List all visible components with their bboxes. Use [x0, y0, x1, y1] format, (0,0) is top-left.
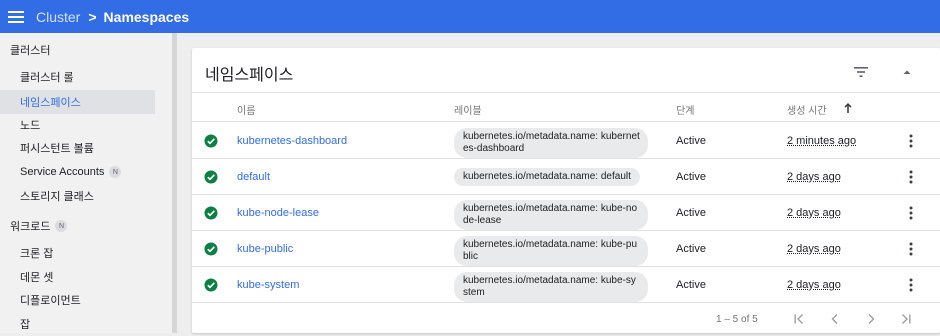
more-vert-icon[interactable]	[907, 170, 915, 184]
breadcrumb-cluster[interactable]: Cluster	[36, 9, 80, 25]
sidebar-item-label: 데몬 셋	[20, 272, 54, 284]
sidebar-item-persistent-volumes[interactable]: 퍼시스턴트 볼륨	[0, 136, 155, 160]
sidebar-item-daemon-sets[interactable]: 데몬 셋	[0, 265, 155, 289]
sidebar-item-label: 스토리지 클래스	[20, 191, 94, 203]
sidebar-section-label: 워크로드	[10, 221, 51, 233]
created-time: 2 days ago	[787, 243, 841, 255]
last-page-icon[interactable]	[899, 312, 913, 326]
sidebar-item-nodes[interactable]: 노드	[0, 113, 155, 137]
sidebar-item-label: 잡	[20, 319, 31, 331]
namespace-link[interactable]: kubernetes-dashboard	[237, 135, 347, 147]
sidebar-section-workloads[interactable]: 워크로드 N	[10, 218, 68, 234]
namespace-link[interactable]: default	[237, 171, 270, 183]
sidebar-section-cluster[interactable]: 클러스터	[10, 42, 50, 58]
namespace-link[interactable]: kube-system	[237, 279, 299, 291]
sidebar-item-cron-jobs[interactable]: 크론 잡	[0, 241, 155, 265]
more-vert-icon[interactable]	[907, 206, 915, 220]
sidebar-item-label: 퍼시스턴트 볼륨	[20, 143, 94, 155]
namespaces-card: 네임스페이스 이름 레이블 단계 생성 시간 kubernetes-dashbo…	[192, 48, 940, 333]
table-row: default kubernetes.io/metadata.name: def…	[192, 159, 940, 195]
sidebar-item-service-accounts[interactable]: Service Accounts N	[0, 160, 155, 184]
chevron-right-icon[interactable]	[864, 312, 878, 326]
sidebar-item-namespaces[interactable]: 네임스페이스	[0, 90, 155, 114]
column-header-labels: 레이블	[454, 106, 482, 117]
first-page-icon[interactable]	[792, 312, 806, 326]
more-vert-icon[interactable]	[907, 242, 915, 256]
label-chip: kubernetes.io/metadata.name: kube-public	[454, 236, 648, 266]
sidebar-item-label: Service Accounts	[20, 166, 105, 178]
card-title: 네임스페이스	[205, 67, 294, 84]
more-vert-icon[interactable]	[907, 278, 915, 292]
phase-value: Active	[676, 135, 706, 147]
column-header-created[interactable]: 생성 시간	[787, 102, 827, 117]
hamburger-menu-icon[interactable]	[0, 0, 32, 33]
table-row: kube-system kubernetes.io/metadata.name:…	[192, 267, 940, 303]
chevron-left-icon[interactable]	[828, 312, 842, 326]
phase-value: Active	[676, 279, 706, 291]
phase-value: Active	[676, 207, 706, 219]
breadcrumb-separator-icon: >	[88, 8, 97, 25]
sidebar-item-label: 디플로이먼트	[20, 295, 81, 307]
table-header: 이름 레이블 단계 생성 시간	[192, 92, 940, 122]
arrow-upward-icon[interactable]	[843, 101, 853, 113]
created-time: 2 minutes ago	[787, 135, 857, 147]
sidebar-item-label: 노드	[20, 120, 41, 132]
table-row: kubernetes-dashboard kubernetes.io/metad…	[192, 123, 940, 159]
pagination-range: 1 – 5 of 5	[716, 314, 758, 325]
namespace-link[interactable]: kube-node-lease	[237, 207, 319, 219]
column-header-phase: 단계	[676, 106, 695, 117]
sidebar-item-deployments[interactable]: 디플로이먼트	[0, 288, 155, 312]
sidebar-item-cluster-roles[interactable]: 클러스터 롤	[0, 65, 155, 89]
expand-less-icon[interactable]	[900, 65, 914, 79]
phase-value: Active	[676, 171, 706, 183]
label-chip: kubernetes.io/metadata.name: default	[454, 168, 640, 186]
more-vert-icon[interactable]	[907, 134, 915, 148]
filter-list-icon[interactable]	[852, 65, 870, 79]
top-bar: Cluster > Namespaces	[0, 0, 940, 33]
sidebar-section-label: 클러스터	[10, 45, 51, 57]
namespace-link[interactable]: kube-public	[237, 243, 293, 255]
sidebar-item-label: 네임스페이스	[20, 97, 81, 109]
phase-value: Active	[676, 243, 706, 255]
new-badge: N	[55, 220, 68, 232]
created-time: 2 days ago	[787, 207, 841, 219]
sidebar-scrollbar[interactable]	[172, 33, 177, 333]
check-circle-icon	[204, 134, 218, 148]
column-header-name[interactable]: 이름	[237, 102, 255, 117]
sidebar-item-storage-classes[interactable]: 스토리지 클래스	[0, 184, 155, 208]
check-circle-icon	[204, 206, 218, 220]
label-chip: kubernetes.io/metadata.name: kubernetes-…	[454, 128, 648, 158]
pagination: 1 – 5 of 5	[192, 306, 940, 333]
created-time: 2 days ago	[787, 171, 841, 183]
sidebar: 클러스터 클러스터 롤 네임스페이스 노드 퍼시스턴트 볼륨 Service A…	[0, 33, 172, 333]
table-row: kube-public kubernetes.io/metadata.name:…	[192, 231, 940, 267]
check-circle-icon	[204, 278, 218, 292]
label-chip: kubernetes.io/metadata.name: kube-node-l…	[454, 200, 648, 230]
created-time: 2 days ago	[787, 279, 841, 291]
sidebar-item-jobs[interactable]: 잡	[0, 312, 155, 336]
breadcrumb-current: Namespaces	[103, 8, 190, 25]
table-row: kube-node-lease kubernetes.io/metadata.n…	[192, 195, 940, 231]
label-chip: kubernetes.io/metadata.name: kube-system	[454, 272, 648, 302]
check-circle-icon	[204, 242, 218, 256]
sidebar-item-label: 클러스터 롤	[20, 72, 74, 84]
sidebar-item-label: 크론 잡	[20, 248, 54, 260]
check-circle-icon	[204, 170, 218, 184]
new-badge: N	[109, 166, 122, 178]
